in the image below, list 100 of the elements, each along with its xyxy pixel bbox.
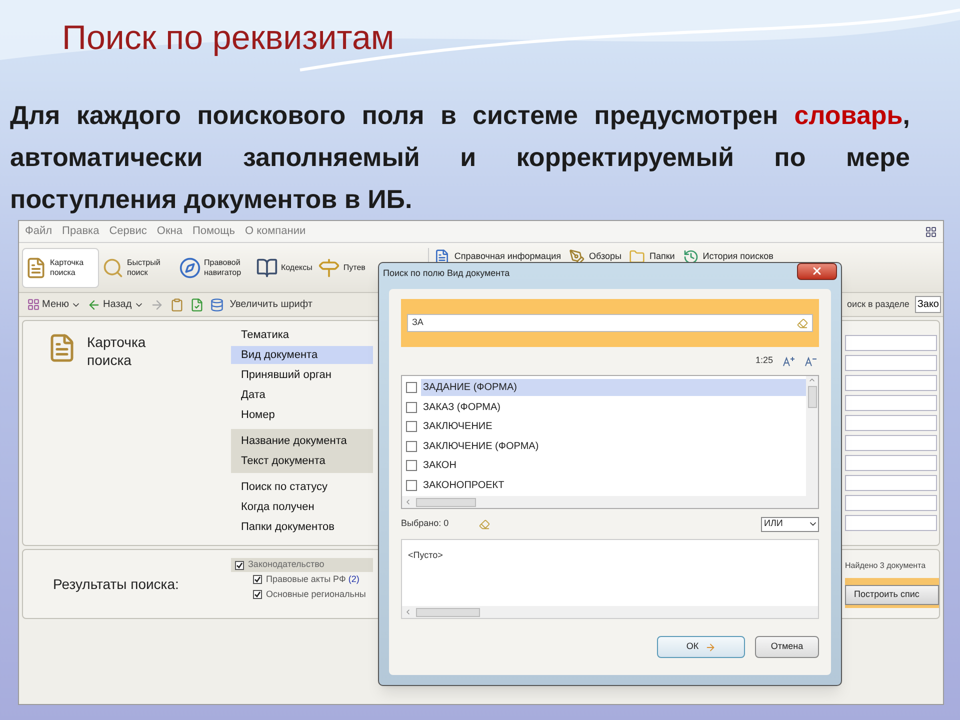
search-field-label[interactable]: Папки документов bbox=[231, 518, 373, 536]
checkbox[interactable] bbox=[406, 460, 417, 472]
toolbar-button[interactable]: Быстрый поиск bbox=[99, 248, 176, 288]
input-field[interactable] bbox=[845, 495, 937, 511]
chosen-count: Выбрано: 0 bbox=[401, 517, 449, 530]
cancel-button[interactable]: Отмена bbox=[755, 636, 819, 658]
menu-item[interactable]: Правка bbox=[62, 223, 100, 240]
toolbar-button[interactable]: Правовой навигатор bbox=[176, 248, 253, 288]
input-field[interactable] bbox=[845, 515, 937, 531]
compass-icon bbox=[179, 256, 201, 278]
input-field[interactable] bbox=[845, 355, 937, 371]
clock-icon bbox=[682, 249, 699, 265]
menu-button[interactable]: Меню bbox=[27, 297, 82, 312]
checkbox[interactable] bbox=[406, 421, 417, 432]
scroll-left-icon[interactable] bbox=[404, 498, 412, 506]
search-card-icon bbox=[25, 256, 47, 278]
input-field[interactable] bbox=[845, 335, 937, 351]
font-decrease-icon[interactable] bbox=[805, 356, 817, 366]
search-field-label[interactable]: Тематика bbox=[231, 326, 373, 344]
section-search-label: оиск в разделе bbox=[847, 298, 910, 311]
menu-item[interactable]: Файл bbox=[25, 223, 52, 240]
list-item[interactable]: ЗАКАЗ (ФОРМА) bbox=[421, 398, 806, 416]
input-field[interactable] bbox=[845, 475, 937, 491]
eraser-icon[interactable] bbox=[478, 518, 490, 530]
list-item[interactable]: ЗАКОН bbox=[421, 457, 806, 474]
checkbox[interactable] bbox=[406, 480, 417, 491]
database-icon[interactable] bbox=[210, 298, 224, 312]
menu-item[interactable]: О компании bbox=[244, 223, 306, 240]
close-icon bbox=[811, 265, 823, 277]
card-title: Карточка поиска bbox=[87, 333, 147, 369]
input-field[interactable] bbox=[845, 435, 937, 451]
checkbox[interactable] bbox=[235, 560, 244, 570]
tree-item[interactable]: Законодательство bbox=[231, 558, 373, 572]
font-increase-icon[interactable] bbox=[783, 356, 795, 366]
magnifier-icon bbox=[102, 256, 124, 278]
scrollbar-thumb[interactable] bbox=[808, 386, 816, 408]
toolbar-button[interactable]: Путев bbox=[315, 248, 368, 288]
search-field-label[interactable]: Дата bbox=[231, 386, 373, 404]
search-field-label[interactable]: Вид документа bbox=[231, 346, 373, 364]
slide-title: Поиск по реквизитам bbox=[62, 18, 394, 59]
dialog-title: Поиск по полю Вид документа bbox=[383, 267, 510, 280]
operator-dropdown[interactable]: ИЛИ bbox=[761, 516, 819, 532]
horizontal-scrollbar[interactable] bbox=[402, 496, 818, 508]
search-field-label[interactable]: Название документа bbox=[231, 432, 373, 450]
vertical-scrollbar[interactable] bbox=[806, 376, 818, 496]
search-field-label[interactable]: Поиск по статусу bbox=[231, 478, 373, 496]
pen-icon bbox=[569, 249, 585, 265]
list-item[interactable]: ЗАКОНОПРОЕКТ bbox=[421, 476, 806, 494]
toolbar-button[interactable]: Кодексы bbox=[253, 248, 316, 288]
list-item[interactable]: ЗАДАНИЕ (ФОРМА) bbox=[421, 379, 806, 396]
toolbar-button[interactable]: Обзоры bbox=[565, 247, 626, 267]
close-button[interactable] bbox=[797, 262, 837, 280]
back-button[interactable]: Назад bbox=[87, 297, 144, 312]
input-field[interactable] bbox=[845, 395, 937, 411]
scrollbar-thumb[interactable] bbox=[416, 608, 480, 616]
checkbox[interactable] bbox=[406, 440, 417, 452]
toolbar-button[interactable]: История поисков bbox=[678, 247, 778, 267]
book-icon bbox=[256, 256, 278, 278]
checkbox[interactable] bbox=[253, 590, 262, 599]
scrollbar-thumb[interactable] bbox=[416, 498, 476, 506]
list-item[interactable]: ЗАКЛЮЧЕНИЕ (ФОРМА) bbox=[421, 438, 806, 455]
clipboard-icon[interactable] bbox=[170, 298, 184, 312]
folder-icon bbox=[629, 249, 646, 265]
tree-item[interactable]: Основные региональны bbox=[231, 587, 373, 602]
scroll-up-icon[interactable] bbox=[808, 376, 816, 384]
eraser-icon bbox=[797, 318, 808, 328]
search-field-label[interactable]: Текст документа bbox=[231, 452, 373, 470]
results-label: Результаты поиска: bbox=[52, 575, 180, 594]
search-field-label[interactable]: Принявший орган bbox=[231, 366, 373, 384]
section-search-field[interactable]: Зако bbox=[915, 296, 941, 313]
menu-item[interactable]: Сервис bbox=[109, 223, 147, 240]
tree-item[interactable]: Правовые акты РФ (2) bbox=[231, 572, 373, 587]
horizontal-scrollbar[interactable] bbox=[402, 606, 818, 618]
list-item[interactable]: ЗАКЛЮЧЕНИЕ bbox=[421, 418, 806, 436]
toolbar-button[interactable]: Папки bbox=[625, 247, 679, 267]
search-field-label[interactable]: Когда получен bbox=[231, 498, 373, 516]
menu-icon bbox=[27, 298, 40, 311]
input-field[interactable] bbox=[845, 455, 937, 471]
document-check-icon[interactable] bbox=[190, 298, 204, 312]
menu-item[interactable]: Помощь bbox=[192, 223, 235, 240]
checkbox[interactable] bbox=[253, 575, 262, 584]
zoom-in-button[interactable]: Увеличить шрифт bbox=[230, 297, 312, 312]
checkbox[interactable] bbox=[406, 382, 417, 394]
scroll-left-icon[interactable] bbox=[404, 608, 412, 616]
search-field-label[interactable]: Номер bbox=[231, 406, 373, 424]
empty-placeholder-text: <Пусто> bbox=[408, 550, 443, 560]
checkbox[interactable] bbox=[406, 402, 417, 413]
toolbar-button[interactable]: Справочная информация bbox=[430, 247, 565, 267]
document-icon bbox=[434, 249, 450, 265]
menu-item[interactable]: Окна bbox=[156, 223, 182, 240]
build-list-button[interactable]: Построить спис bbox=[845, 584, 939, 605]
window-icon bbox=[925, 226, 937, 238]
signpost-icon bbox=[318, 256, 340, 278]
query-field[interactable]: ЗА bbox=[407, 314, 813, 332]
match-count: 1:25 bbox=[755, 354, 773, 368]
intro-paragraph: Для каждого поискового поля в системе предусмотрен словарь, автоматически заполняемый и корректируемый по мере поступления документов в ИБ. bbox=[10, 99, 910, 216]
input-field[interactable] bbox=[845, 375, 937, 391]
toolbar-button[interactable]: Карточка поиска bbox=[22, 248, 99, 288]
input-field[interactable] bbox=[845, 415, 937, 431]
ok-button[interactable]: ОК bbox=[657, 636, 745, 658]
